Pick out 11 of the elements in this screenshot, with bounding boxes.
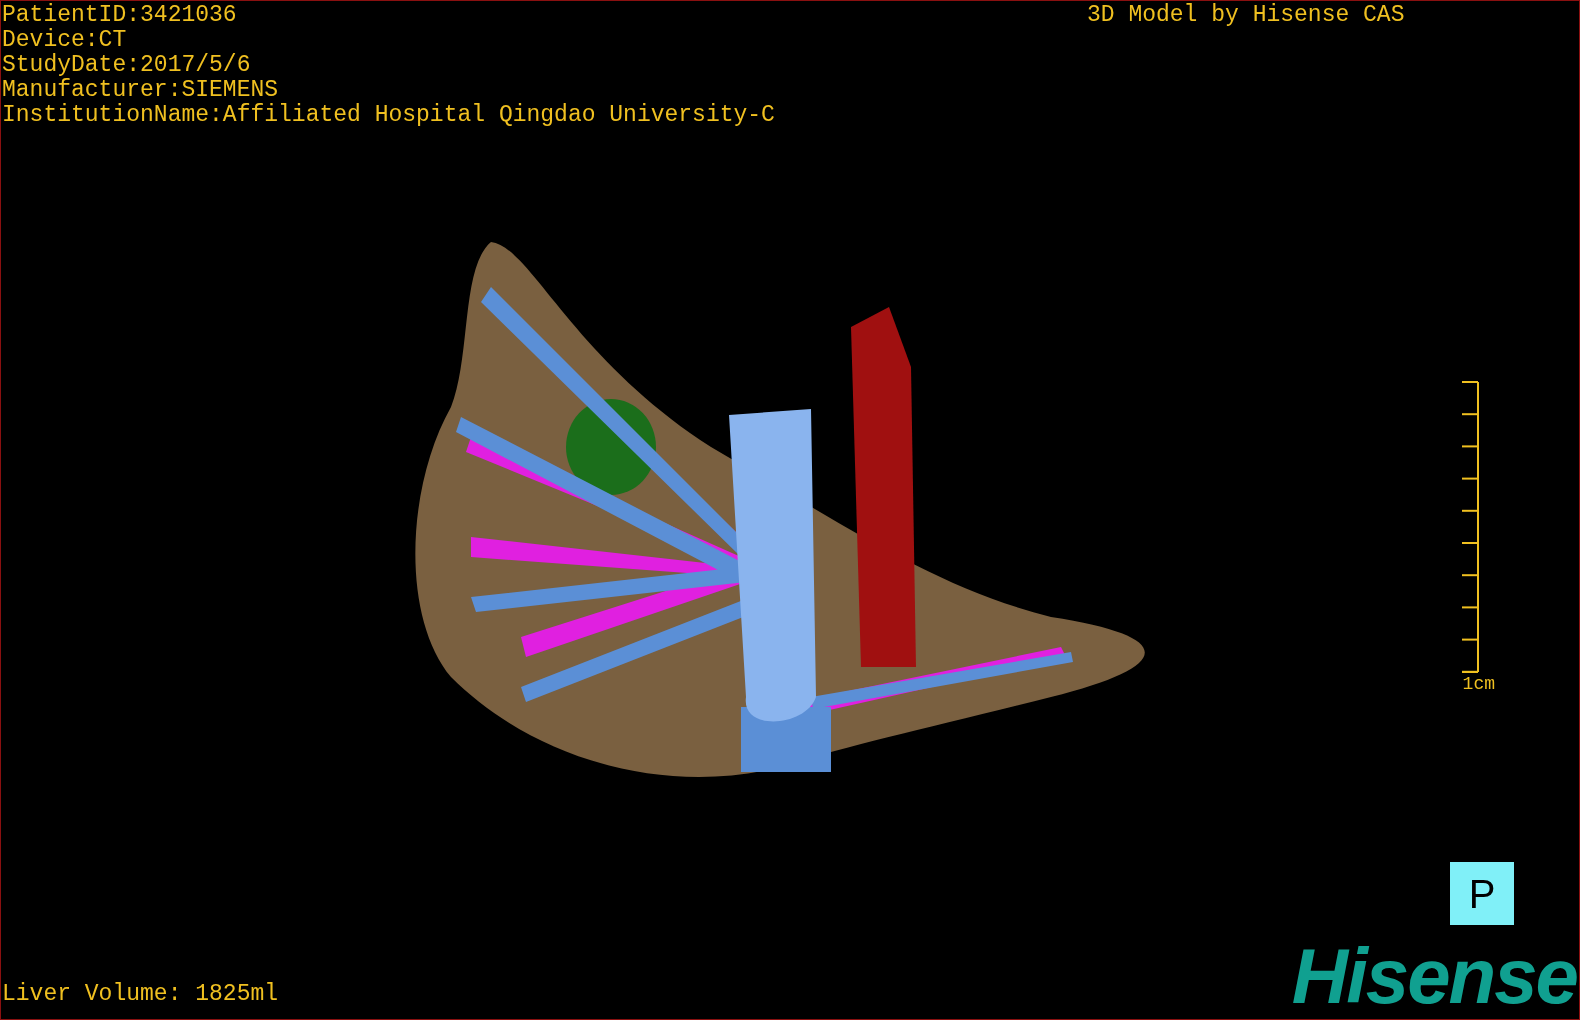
study-info-line: PatientID:3421036 (2, 3, 238, 28)
scale-label: 1cm (1462, 673, 1495, 695)
study-info-line: InstitutionName:Affiliated Hospital Qingdao University-C (2, 103, 775, 128)
study-info-line: Manufacturer:SIEMENS (2, 78, 280, 103)
scale-bar-icon (1461, 381, 1479, 673)
study-info-line: Device:CT (2, 28, 128, 53)
study-info-line: StudyDate:2017/5/6 (2, 53, 252, 78)
model-credit: 3D Model by Hisense CAS (1087, 3, 1405, 28)
liver-volume: Liver Volume: 1825ml (2, 982, 279, 1007)
orientation-marker: P (1450, 862, 1514, 925)
logo: Hisense (1291, 936, 1577, 1016)
